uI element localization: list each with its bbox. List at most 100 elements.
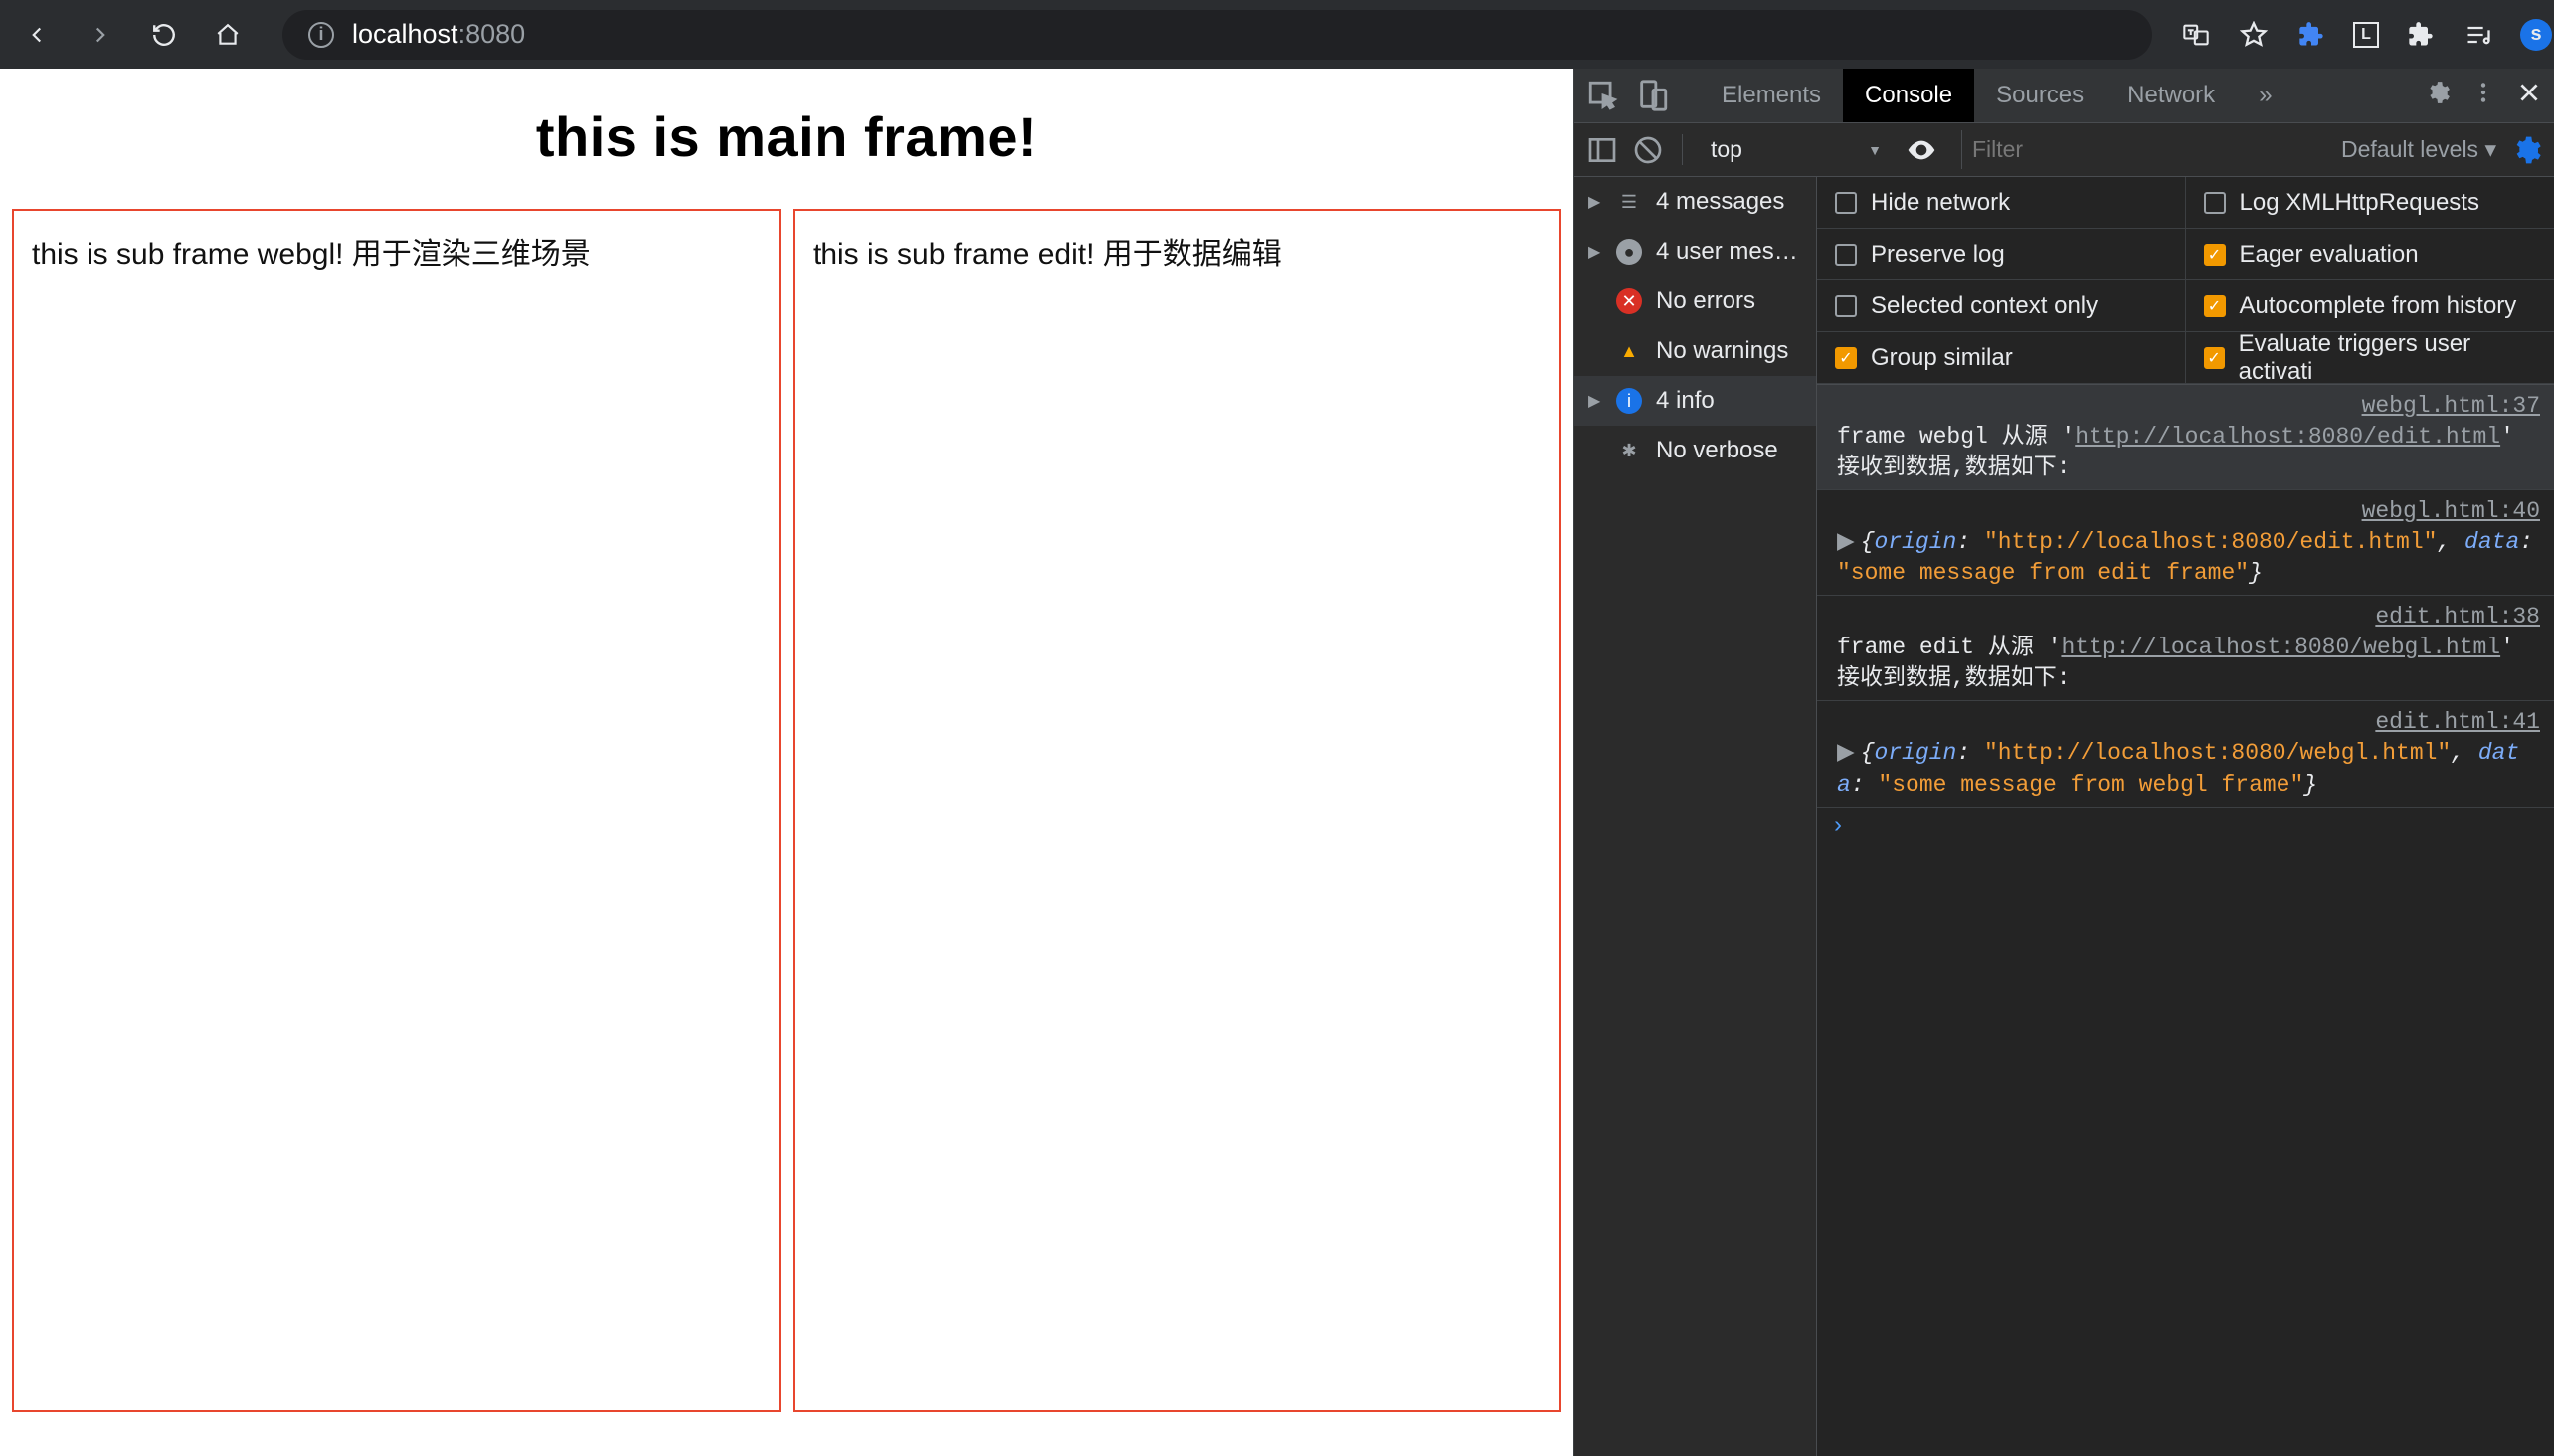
sidebar-user-messages[interactable]: ▶ ● 4 user mes…: [1574, 227, 1816, 276]
levels-select[interactable]: Default levels ▾: [2341, 136, 2496, 163]
context-select[interactable]: top: [1701, 132, 1892, 167]
expand-icon[interactable]: ▶: [1837, 529, 1855, 555]
log-body: edit.html:41 ▶{origin: "http://localhost…: [1837, 707, 2540, 800]
console-log: webgl.html:37 frame webgl 从源 'http://loc…: [1817, 385, 2554, 1456]
log-source[interactable]: webgl.html:37: [2342, 391, 2540, 422]
expand-icon: ▶: [1588, 391, 1602, 411]
back-button[interactable]: [20, 18, 54, 52]
tab-console[interactable]: Console: [1843, 69, 1974, 122]
checkbox-icon: [1835, 192, 1857, 214]
checkbox-icon: ✓: [2204, 347, 2225, 369]
info-icon[interactable]: i: [308, 22, 334, 48]
devtools-header-right: [2425, 80, 2542, 112]
subframe-webgl: this is sub frame webgl! 用于渲染三维场景: [12, 209, 781, 1412]
info-icon: i: [1616, 388, 1642, 414]
bug-icon: ✱: [1616, 438, 1642, 463]
tab-sources[interactable]: Sources: [1974, 69, 2105, 122]
extensions-icon[interactable]: [2405, 19, 2437, 51]
sidebar-warnings[interactable]: ▲ No warnings: [1574, 326, 1816, 376]
setting-hide-network[interactable]: Hide network: [1817, 177, 2186, 229]
device-toggle-icon[interactable]: [1636, 79, 1670, 112]
log-entry[interactable]: edit.html:38 frame edit 从源 'http://local…: [1817, 596, 2554, 701]
console-filterbar: top Default levels ▾: [1574, 123, 2554, 177]
sidebar-errors[interactable]: ✕ No errors: [1574, 276, 1816, 326]
address-bar[interactable]: i localhost:8080: [282, 10, 2152, 60]
setting-autocomplete[interactable]: ✓Autocomplete from history: [2186, 280, 2554, 332]
console-right: Hide network Log XMLHttpRequests Preserv…: [1817, 177, 2554, 1456]
user-icon: ●: [1616, 239, 1642, 265]
filter-input[interactable]: [1961, 130, 2327, 169]
frames-row: this is sub frame webgl! 用于渲染三维场景 this i…: [0, 197, 1573, 1424]
inspect-element-icon[interactable]: [1586, 79, 1620, 112]
log-entry[interactable]: webgl.html:40 ▶{origin: "http://localhos…: [1817, 490, 2554, 596]
console-prompt[interactable]: ›: [1817, 808, 2554, 845]
devtools-menu-icon[interactable]: [2470, 80, 2496, 112]
subframe-edit: this is sub frame edit! 用于数据编辑: [793, 209, 1561, 1412]
log-source[interactable]: edit.html:38: [2355, 602, 2540, 633]
url-host: localhost: [352, 19, 458, 50]
devtools-tabs: Elements Console Sources Network »: [1700, 69, 2294, 122]
warning-icon: ▲: [1616, 338, 1642, 364]
puzzle-icon[interactable]: [2295, 19, 2327, 51]
sidebar-info[interactable]: ▶ i 4 info: [1574, 376, 1816, 426]
devtools-header: Elements Console Sources Network »: [1574, 69, 2554, 123]
expand-icon[interactable]: ▶: [1837, 740, 1855, 766]
error-icon: ✕: [1616, 288, 1642, 314]
setting-eager-eval[interactable]: ✓Eager evaluation: [2186, 229, 2554, 280]
console-sidebar: ▶ ☰ 4 messages ▶ ● 4 user mes… ✕ No erro…: [1574, 177, 1817, 1456]
live-expression-icon[interactable]: [1906, 134, 1937, 166]
url-link[interactable]: http://localhost:8080/webgl.html: [2061, 635, 2500, 660]
expand-icon: ▶: [1588, 192, 1602, 212]
setting-evaluate-triggers[interactable]: ✓Evaluate triggers user activati: [2186, 332, 2554, 384]
reload-button[interactable]: [147, 18, 181, 52]
console-settings-icon[interactable]: [2510, 134, 2542, 166]
log-entry[interactable]: webgl.html:37 frame webgl 从源 'http://loc…: [1817, 385, 2554, 490]
log-body: webgl.html:37 frame webgl 从源 'http://loc…: [1837, 391, 2540, 483]
sidebar-verbose[interactable]: ✱ No verbose: [1574, 426, 1816, 475]
log-source[interactable]: webgl.html:40: [2342, 496, 2540, 527]
url-port: :8080: [458, 19, 526, 50]
tab-network[interactable]: Network: [2105, 69, 2237, 122]
setting-selected-ctx[interactable]: Selected context only: [1817, 280, 2186, 332]
home-button[interactable]: [211, 18, 245, 52]
forward-button[interactable]: [84, 18, 117, 52]
tab-more[interactable]: »: [2237, 69, 2293, 122]
setting-preserve-log[interactable]: Preserve log: [1817, 229, 2186, 280]
subframe-edit-text: this is sub frame edit! 用于数据编辑: [813, 229, 1542, 273]
separator: [1682, 134, 1683, 166]
profile-avatar[interactable]: s: [2520, 19, 2552, 51]
log-source[interactable]: edit.html:41: [2355, 707, 2540, 738]
context-select-value: top: [1701, 132, 1892, 167]
checkbox-icon: [2204, 192, 2226, 214]
expand-icon: ▶: [1588, 242, 1602, 262]
checkbox-icon: ✓: [2204, 244, 2226, 266]
setting-log-xhr[interactable]: Log XMLHttpRequests: [2186, 177, 2554, 229]
setting-group-similar[interactable]: ✓Group similar: [1817, 332, 2186, 384]
checkbox-icon: [1835, 244, 1857, 266]
body-row: this is main frame! this is sub frame we…: [0, 69, 2554, 1456]
log-body: edit.html:38 frame edit 从源 'http://local…: [1837, 602, 2540, 694]
extension-icons: L s: [2180, 19, 2554, 51]
tab-elements[interactable]: Elements: [1700, 69, 1843, 122]
clear-console-icon[interactable]: [1632, 134, 1664, 166]
translate-icon[interactable]: [2180, 19, 2212, 51]
star-icon[interactable]: [2238, 19, 2270, 51]
settings-gear-icon[interactable]: [2425, 80, 2451, 112]
log-entry[interactable]: edit.html:41 ▶{origin: "http://localhost…: [1817, 701, 2554, 807]
page-title: this is main frame!: [0, 104, 1573, 169]
url-link[interactable]: http://localhost:8080/edit.html: [2075, 424, 2500, 450]
console-settings-grid: Hide network Log XMLHttpRequests Preserv…: [1817, 177, 2554, 385]
log-body: webgl.html:40 ▶{origin: "http://localhos…: [1837, 496, 2540, 589]
devtools-panel: Elements Console Sources Network » top D…: [1573, 69, 2554, 1456]
nav-buttons: [20, 18, 245, 52]
page-area: this is main frame! this is sub frame we…: [0, 69, 1573, 1456]
checkbox-icon: ✓: [2204, 295, 2226, 317]
browser-toolbar: i localhost:8080 L s: [0, 0, 2554, 69]
sidebar-toggle-icon[interactable]: [1586, 134, 1618, 166]
sidebar-messages[interactable]: ▶ ☰ 4 messages: [1574, 177, 1816, 227]
checkbox-icon: ✓: [1835, 347, 1857, 369]
playlist-icon[interactable]: [2463, 19, 2494, 51]
extension-l-icon[interactable]: L: [2353, 22, 2379, 48]
devtools-close-icon[interactable]: [2516, 80, 2542, 112]
devtools-main: ▶ ☰ 4 messages ▶ ● 4 user mes… ✕ No erro…: [1574, 177, 2554, 1456]
